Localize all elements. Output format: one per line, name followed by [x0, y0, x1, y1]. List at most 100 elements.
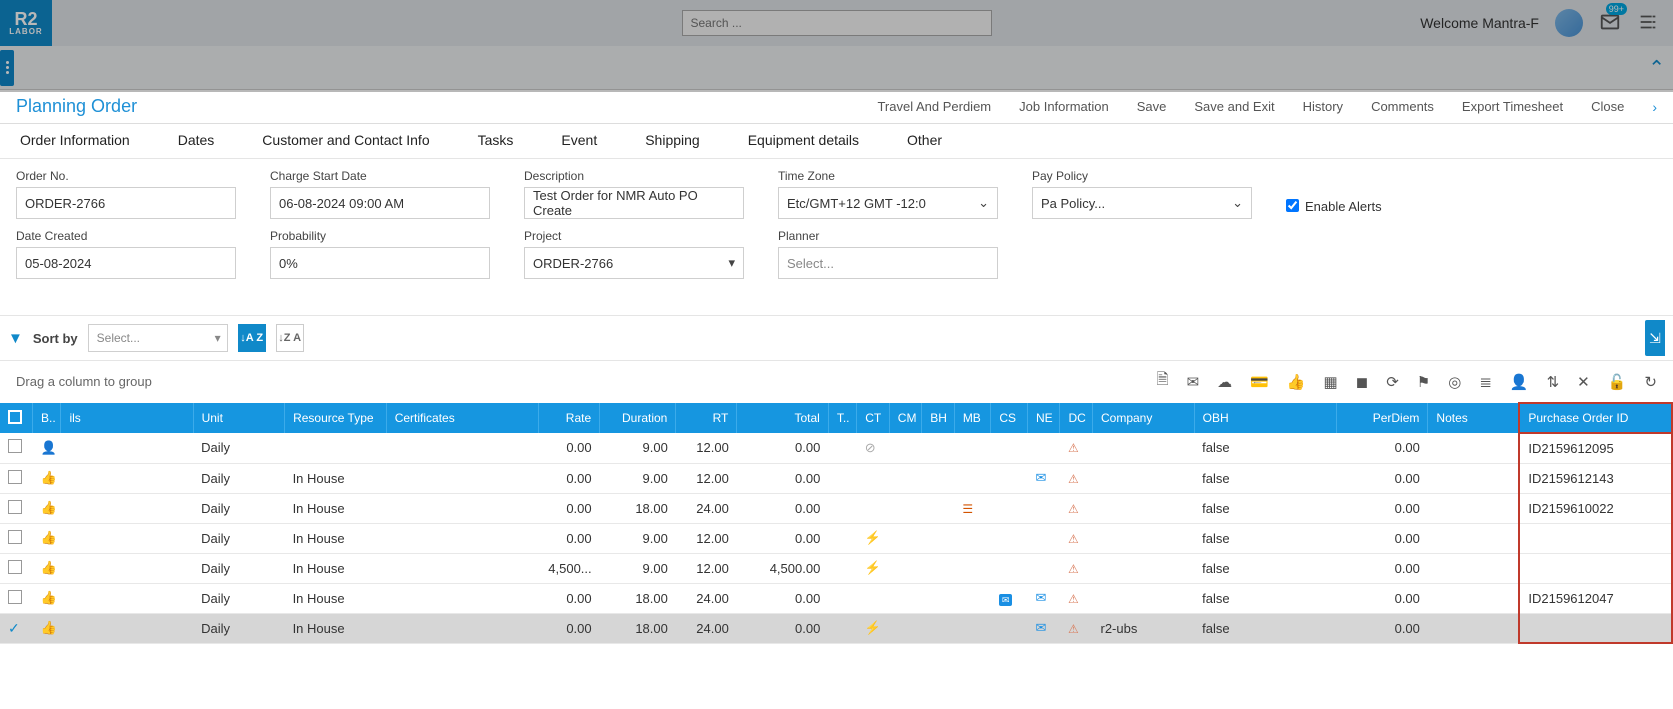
timezone-select[interactable]: Etc/GMT+12 GMT -12:0⌄ [778, 187, 998, 219]
row-checkbox[interactable] [0, 433, 33, 463]
col-notes[interactable]: Notes [1428, 403, 1519, 433]
col-purchase-order-id[interactable]: Purchase Order ID [1519, 403, 1672, 433]
col-cs[interactable]: CS [991, 403, 1028, 433]
cell-ct [857, 463, 890, 493]
mail-icon[interactable]: 99+ [1599, 11, 1621, 36]
thumb-icon[interactable]: 👍 [1287, 373, 1306, 391]
cell-unit: Daily [193, 523, 284, 553]
col-resource-type[interactable]: Resource Type [285, 403, 387, 433]
table-row[interactable]: 👍DailyIn House0.009.0012.000.00✉⚠false0.… [0, 463, 1672, 493]
app-logo[interactable]: R2 LABOR [0, 0, 52, 46]
search-input[interactable] [682, 10, 992, 36]
table-row[interactable]: ✓👍DailyIn House0.0018.0024.000.00⚡✉⚠r2-u… [0, 613, 1672, 643]
charge-start-input[interactable]: 06-08-2024 09:00 AM [270, 187, 490, 219]
probability-input[interactable]: 0% [270, 247, 490, 279]
target-icon[interactable]: ◎ [1448, 373, 1461, 391]
cell-bh [922, 523, 955, 553]
row-checkbox[interactable] [0, 583, 33, 613]
action-save[interactable]: Save [1137, 99, 1167, 114]
collapse-icon[interactable]: ⌃ [1648, 55, 1665, 80]
tab-dates[interactable]: Dates [178, 132, 215, 148]
col-total[interactable]: Total [737, 403, 828, 433]
tab-event[interactable]: Event [561, 132, 597, 148]
lock-icon[interactable]: 🔓 [1608, 373, 1627, 391]
action-save-exit[interactable]: Save and Exit [1194, 99, 1274, 114]
planner-select[interactable]: Select... [778, 247, 998, 279]
col-bh[interactable]: BH [922, 403, 955, 433]
reload-icon[interactable]: ↻ [1644, 373, 1657, 391]
col-ct[interactable]: CT [857, 403, 890, 433]
col-cm[interactable]: CM [889, 403, 922, 433]
cell-duration: 9.00 [600, 553, 676, 583]
sort-select[interactable]: Select...▾ [88, 324, 228, 352]
tab-tasks[interactable]: Tasks [478, 132, 514, 148]
table-row[interactable]: 👤Daily0.009.0012.000.00⊘⚠false0.00ID2159… [0, 433, 1672, 463]
row-checkbox[interactable] [0, 553, 33, 583]
expand-panel-icon[interactable]: ⇲ [1645, 320, 1665, 356]
pay-policy-select[interactable]: Pa Policy...⌄ [1032, 187, 1252, 219]
col-rt[interactable]: RT [676, 403, 737, 433]
row-checkbox[interactable] [0, 493, 33, 523]
cell-purchase-order-id [1519, 613, 1672, 643]
col-unit[interactable]: Unit [193, 403, 284, 433]
qr-icon[interactable]: ▦ [1324, 373, 1338, 391]
action-export-timesheet[interactable]: Export Timesheet [1462, 99, 1563, 114]
refresh-icon[interactable]: ⟳ [1386, 373, 1399, 391]
table-row[interactable]: 👍DailyIn House4,500...9.0012.004,500.00⚡… [0, 553, 1672, 583]
tab-equipment-details[interactable]: Equipment details [748, 132, 859, 148]
cell-dc: ⚠ [1060, 523, 1093, 553]
col-checkbox[interactable] [0, 403, 33, 433]
list-icon[interactable]: ≣ [1479, 373, 1492, 391]
col-obh[interactable]: OBH [1194, 403, 1336, 433]
sort-desc-button[interactable]: ↓Z A [276, 324, 304, 352]
col-certificates[interactable]: Certificates [386, 403, 538, 433]
cell-obh: false [1194, 493, 1336, 523]
tab-order-information[interactable]: Order Information [20, 132, 130, 148]
date-created-input[interactable]: 05-08-2024 [16, 247, 236, 279]
tab-customer-contact[interactable]: Customer and Contact Info [262, 132, 429, 148]
col-perdiem[interactable]: PerDiem [1336, 403, 1427, 433]
table-row[interactable]: 👍DailyIn House0.009.0012.000.00⚡⚠false0.… [0, 523, 1672, 553]
tab-shipping[interactable]: Shipping [645, 132, 700, 148]
col-duration[interactable]: Duration [600, 403, 676, 433]
row-checkbox[interactable] [0, 463, 33, 493]
card-icon[interactable]: 💳 [1250, 373, 1269, 391]
col-t[interactable]: T.. [828, 403, 856, 433]
more-actions-icon[interactable]: › [1652, 99, 1657, 115]
col-b[interactable]: B.. [33, 403, 61, 433]
col-company[interactable]: Company [1093, 403, 1195, 433]
group-bar: Drag a column to group 🗎 ✉ ☁ 💳 👍 ▦ ◼ ⟳ ⚑… [0, 361, 1673, 402]
col-ils[interactable]: ils [61, 403, 193, 433]
col-rate[interactable]: Rate [539, 403, 600, 433]
table-row[interactable]: 👍DailyIn House0.0018.0024.000.00✉✉⚠false… [0, 583, 1672, 613]
tree-icon[interactable]: ⇅ [1547, 373, 1560, 391]
action-job-information[interactable]: Job Information [1019, 99, 1109, 114]
filter-icon[interactable]: ▼ [8, 330, 23, 347]
globe-icon[interactable] [1555, 9, 1583, 37]
col-dc[interactable]: DC [1060, 403, 1093, 433]
action-close[interactable]: Close [1591, 99, 1624, 114]
close-icon[interactable]: ✕ [1577, 373, 1590, 391]
table-row[interactable]: 👍DailyIn House0.0018.0024.000.00☰⚠false0… [0, 493, 1672, 523]
mail-icon[interactable]: ✉ [1187, 373, 1200, 391]
drag-handle-icon[interactable] [0, 50, 14, 86]
action-travel-perdiem[interactable]: Travel And Perdiem [877, 99, 991, 114]
col-ne[interactable]: NE [1027, 403, 1060, 433]
row-checkbox[interactable]: ✓ [0, 613, 33, 643]
contact-icon[interactable]: ◼ [1356, 373, 1368, 391]
action-comments[interactable]: Comments [1371, 99, 1434, 114]
row-checkbox[interactable] [0, 523, 33, 553]
settings-icon[interactable] [1637, 11, 1659, 36]
tab-other[interactable]: Other [907, 132, 942, 148]
action-history[interactable]: History [1303, 99, 1343, 114]
description-input[interactable]: Test Order for NMR Auto PO Create [524, 187, 744, 219]
user-icon[interactable]: 👤 [1510, 373, 1529, 391]
cloud-icon[interactable]: ☁ [1217, 373, 1232, 391]
project-select[interactable]: ORDER-2766▾ [524, 247, 744, 279]
flag-icon[interactable]: ⚑ [1417, 373, 1430, 391]
enable-alerts-checkbox[interactable] [1286, 199, 1299, 212]
col-mb[interactable]: MB [954, 403, 991, 433]
sort-asc-button[interactable]: ↓A Z [238, 324, 266, 352]
note-icon[interactable]: 🗎 [1157, 369, 1169, 394]
order-no-input[interactable]: ORDER-2766 [16, 187, 236, 219]
